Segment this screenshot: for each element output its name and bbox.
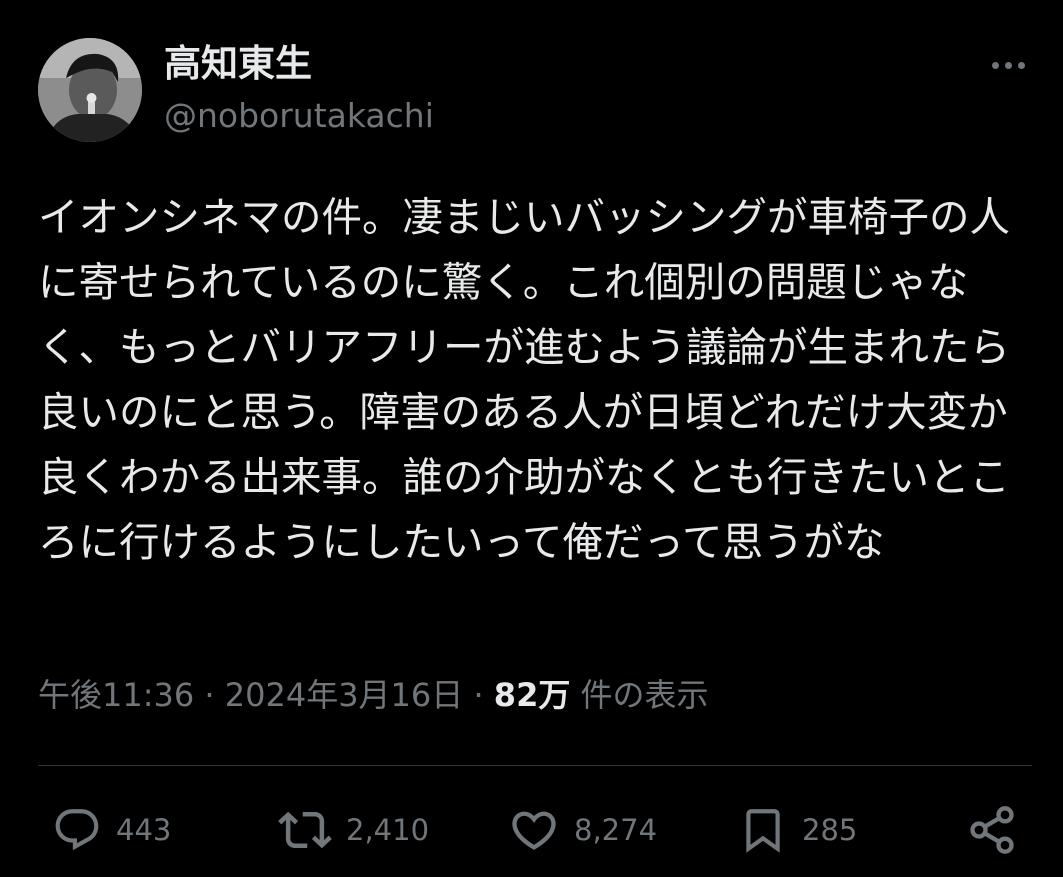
bookmark-count: 285 [802, 813, 858, 847]
action-bar: 443 2,410 8,274 285 [0, 800, 1063, 860]
share-button[interactable] [966, 800, 1018, 860]
reply-icon [55, 809, 99, 851]
post-meta: 午後11:36 · 2024年3月16日 · 82万 件の表示 [38, 672, 709, 718]
repost-icon [278, 811, 332, 849]
post-time[interactable]: 午後11:36 [38, 676, 194, 714]
more-options-button[interactable] [980, 50, 1036, 80]
like-button[interactable]: 8,274 [508, 800, 657, 860]
bookmark-icon [746, 809, 780, 853]
heart-icon [512, 811, 556, 850]
avatar[interactable] [38, 38, 142, 142]
divider [38, 765, 1032, 766]
bookmark-button[interactable]: 285 [738, 800, 857, 860]
more-horizontal-icon-dot [1004, 61, 1012, 69]
views-count[interactable]: 82万 [494, 676, 571, 714]
meta-separator: · [204, 676, 215, 714]
share-icon [970, 806, 1014, 854]
author-display-name[interactable]: 高知東生 [164, 40, 312, 88]
like-count: 8,274 [574, 813, 658, 847]
repost-count: 2,410 [346, 813, 430, 847]
views-label: 件の表示 [580, 676, 709, 714]
profile-photo-icon [38, 38, 142, 142]
reply-count: 443 [116, 813, 172, 847]
post-detail: 高知東生 @noborutakachi イオンシネマの件。凄まじいバッシングが車… [0, 0, 1063, 877]
repost-button[interactable]: 2,410 [278, 800, 429, 860]
reply-button[interactable]: 443 [52, 800, 171, 860]
more-horizontal-icon [991, 61, 999, 69]
post-date[interactable]: 2024年3月16日 [225, 676, 464, 714]
author-handle[interactable]: @noborutakachi [164, 94, 434, 138]
meta-separator: · [473, 676, 484, 714]
post-text: イオンシネマの件。凄まじいバッシングが車椅子の人に寄せられているのに驚く。これ個… [38, 193, 1010, 566]
more-horizontal-icon-dot [1017, 61, 1025, 69]
